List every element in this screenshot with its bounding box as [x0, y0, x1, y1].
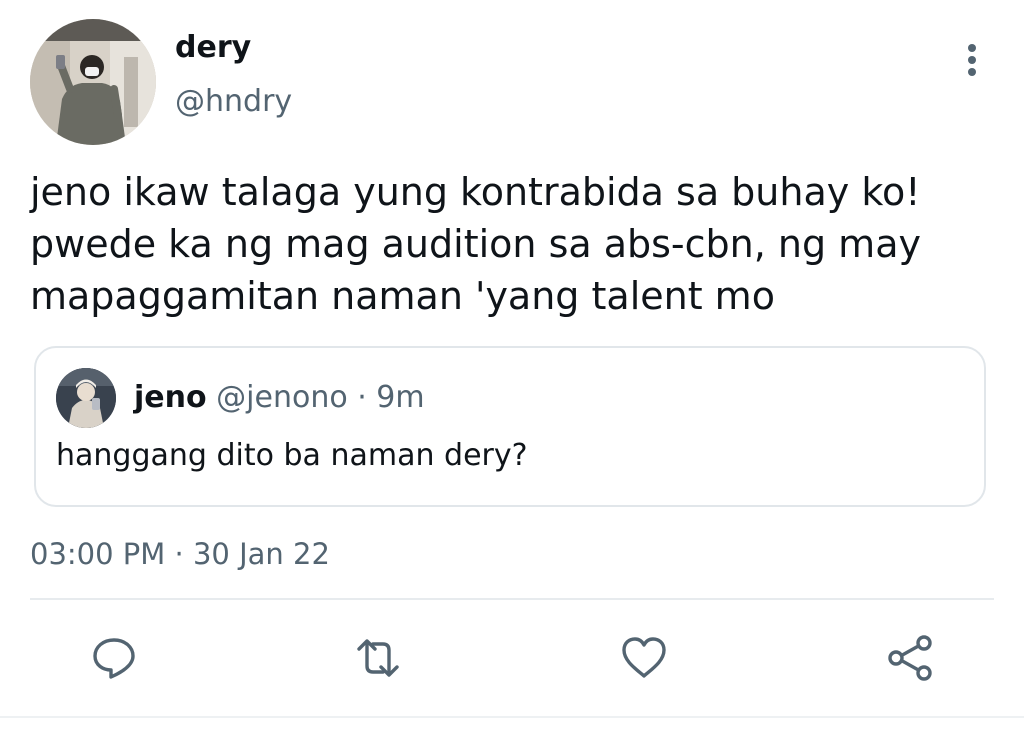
quoted-tweet-header: jeno @jenono · 9m — [134, 378, 425, 418]
bottom-divider — [0, 716, 1024, 718]
more-vertical-icon — [968, 44, 976, 76]
retweet-icon — [357, 639, 399, 677]
divider — [30, 598, 994, 600]
quoted-author-avatar-photo — [56, 368, 116, 428]
tweet-text: jeno ikaw talaga yung kontrabida sa buha… — [30, 170, 921, 318]
more-options-button[interactable] — [956, 40, 988, 80]
retweet-button[interactable] — [352, 632, 404, 684]
quoted-tweet-time: · 9m — [357, 380, 425, 415]
share-button[interactable] — [884, 632, 936, 684]
author-avatar[interactable] — [30, 19, 156, 145]
reply-icon — [93, 638, 135, 679]
author-avatar-photo — [30, 19, 156, 145]
reply-button[interactable] — [88, 632, 140, 684]
quoted-author-handle: @jenono — [216, 380, 348, 415]
tweet-timestamp[interactable]: 03:00 PM · 30 Jan 22 — [30, 534, 330, 574]
quoted-author-display-name: jeno — [134, 380, 207, 415]
quoted-tweet-card[interactable]: jeno @jenono · 9m hanggang dito ba naman… — [34, 346, 986, 507]
like-button[interactable] — [618, 632, 670, 684]
heart-icon — [622, 637, 666, 678]
author-display-name[interactable]: dery — [175, 28, 251, 68]
quoted-tweet-text: hanggang dito ba naman dery? — [56, 438, 528, 473]
share-icon — [888, 635, 932, 681]
quoted-author-avatar — [56, 368, 116, 428]
author-handle[interactable]: @hndry — [175, 82, 292, 122]
